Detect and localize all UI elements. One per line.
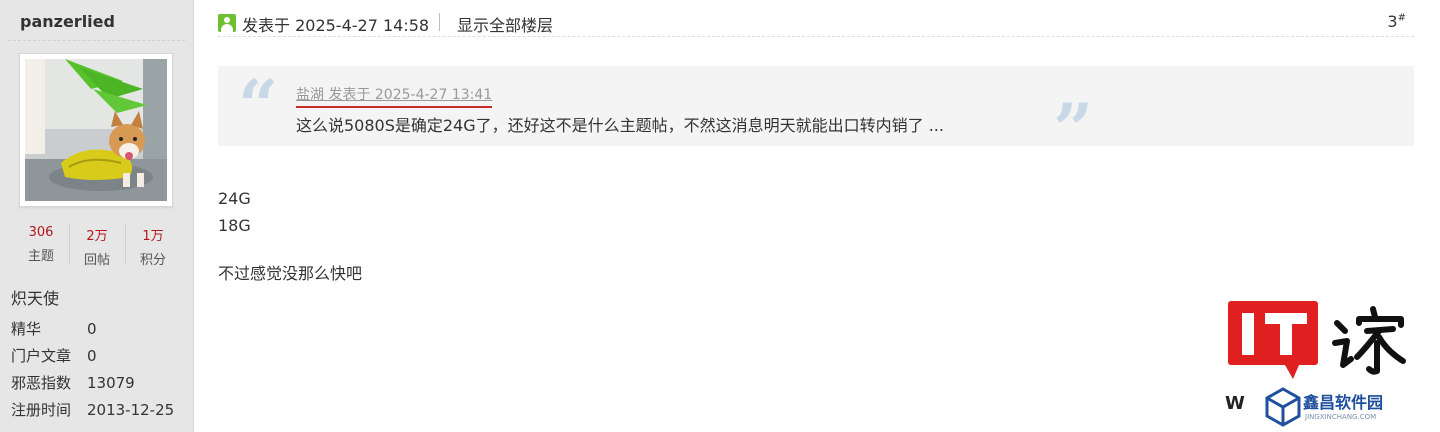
close-quote-icon: ”	[1053, 88, 1094, 171]
watermark-domain: JINGXINCHANG.COM	[1305, 413, 1377, 421]
stat-label: 主题	[27, 249, 54, 264]
info-label: 门户文章	[11, 347, 72, 365]
info-value: 0	[87, 320, 97, 338]
stat-value[interactable]: 2万	[69, 225, 125, 244]
info-label: 注册时间	[11, 401, 72, 419]
author-info: 精华 0 门户文章 0 邪恶指数 13079 注册时间 2013-12-25	[11, 316, 174, 424]
info-label: 邪恶指数	[11, 374, 72, 392]
stat-threads[interactable]: 306 主题	[13, 222, 69, 268]
it-home-logo	[1228, 301, 1406, 379]
info-value: 13079	[87, 374, 135, 392]
stat-replies[interactable]: 2万 回帖	[69, 222, 125, 268]
quote-text: 这么说5080S是确定24G了，还好这不是什么主题帖，不然这消息明天就能出口转内…	[296, 116, 944, 135]
post-header: 发表于 2025-4-27 14:58 显示全部楼层 3#	[218, 8, 1414, 37]
open-quote-icon: “	[238, 64, 279, 147]
user-rank[interactable]: 炽天使	[11, 285, 59, 309]
info-row: 精华 0	[11, 316, 174, 343]
post-line: 24G	[218, 189, 251, 208]
post-line: 不过感觉没那么快吧	[218, 264, 363, 283]
avatar-image	[25, 59, 167, 201]
post-line: 18G	[218, 216, 251, 235]
site-watermark: W 鑫昌软件园 JINGXINCHANG.COM	[1225, 301, 1425, 432]
online-user-icon	[218, 14, 236, 32]
watermark-brand: 鑫昌软件园	[1303, 393, 1384, 412]
author-username[interactable]: panzerlied	[20, 12, 115, 31]
info-value: 0	[87, 347, 97, 365]
floor-number: 3	[1387, 12, 1398, 31]
floor-mark: #	[1397, 12, 1406, 24]
quote-author-link[interactable]: 盐湖 发表于 2025-4-27 13:41	[296, 84, 493, 108]
author-stats: 306 主题 2万 回帖 1万 积分	[13, 222, 181, 268]
stat-value[interactable]: 1万	[125, 225, 181, 244]
info-row: 注册时间 2013-12-25	[11, 397, 174, 424]
info-label: 精华	[11, 320, 42, 338]
stat-points[interactable]: 1万 积分	[125, 222, 181, 268]
info-row: 邪恶指数 13079	[11, 370, 174, 397]
stat-label: 回帖	[83, 253, 110, 268]
separator	[439, 13, 440, 31]
quote-block: “ 盐湖 发表于 2025-4-27 13:41 这么说5080S是确定24G了…	[218, 64, 1414, 170]
author-sidebar: panzerlied 306 主题 2万 回帖 1万 积分 炽天使 精华 0 门…	[0, 0, 194, 432]
watermark-letter: W	[1225, 393, 1245, 414]
post-body: 24G 18G 不过感觉没那么快吧	[218, 189, 362, 291]
floor-number-link[interactable]: 3#	[1387, 12, 1406, 31]
info-value: 2013-12-25	[87, 401, 175, 419]
stat-value[interactable]: 306	[13, 225, 69, 240]
avatar[interactable]	[19, 53, 173, 207]
info-row: 门户文章 0	[11, 343, 174, 370]
cube-logo-icon	[1265, 387, 1301, 427]
show-all-floors-link[interactable]: 显示全部楼层	[457, 12, 553, 36]
stat-label: 积分	[139, 253, 166, 268]
divider	[8, 40, 185, 41]
post-timestamp: 发表于 2025-4-27 14:58	[242, 16, 430, 35]
